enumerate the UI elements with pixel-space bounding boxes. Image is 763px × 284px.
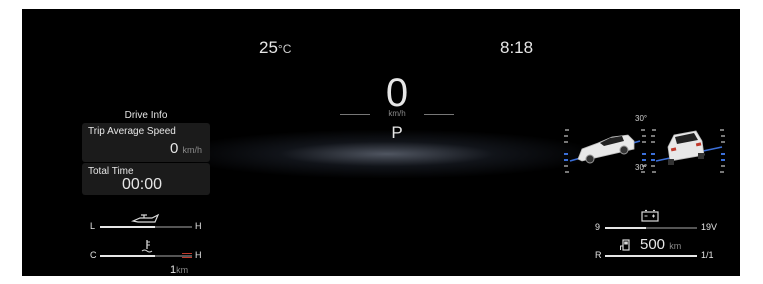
oil-gauge-track bbox=[100, 226, 192, 228]
fuel-range-value: 500 bbox=[640, 236, 666, 253]
oil-can-icon bbox=[130, 213, 160, 223]
gear-indicator: P bbox=[391, 123, 403, 142]
odometer-small: 1km bbox=[170, 265, 188, 276]
fuel-range: 500 km bbox=[640, 237, 681, 252]
temp-gauge-low-label: C bbox=[90, 250, 97, 260]
coolant-temperature-icon bbox=[141, 240, 153, 253]
trip-average-speed-panel: Trip Average Speed 0 km/h bbox=[82, 123, 210, 162]
drive-info-title: Drive Info bbox=[124, 110, 168, 121]
fuel-range-unit: km bbox=[669, 241, 682, 251]
oil-gauge-fill bbox=[100, 226, 156, 228]
speed-unit-rule-right bbox=[424, 114, 454, 115]
temp-gauge-fill bbox=[100, 255, 156, 257]
temp-gauge-hot-zone bbox=[182, 253, 192, 258]
clock: 8:18 bbox=[500, 38, 534, 57]
battery-gauge-high-label: 19V bbox=[701, 222, 718, 232]
battery-icon bbox=[641, 209, 659, 222]
temperature-value: 25 bbox=[259, 38, 278, 57]
trip-average-speed-unit: km/h bbox=[182, 145, 202, 155]
odometer-small-unit: km bbox=[176, 265, 189, 275]
temperature-unit: °C bbox=[277, 42, 292, 56]
trip-average-speed-readout: 0 km/h bbox=[170, 141, 202, 156]
trip-average-speed-value: 0 bbox=[169, 140, 179, 157]
temp-gauge-high-label: H bbox=[195, 250, 202, 260]
oil-gauge-high-label: H bbox=[195, 221, 202, 231]
fuel-gauge-high-label: 1/1 bbox=[701, 250, 714, 260]
temp-gauge-track bbox=[100, 253, 192, 258]
total-time-value: 00:00 bbox=[122, 176, 163, 193]
battery-gauge-track bbox=[605, 227, 697, 229]
instrument-cluster: 25°C 8:18 0 km/h P Drive Info Trip Avera… bbox=[22, 9, 740, 276]
fuel-pump-icon bbox=[620, 239, 630, 251]
speed-value: 0 bbox=[385, 71, 409, 115]
outside-temperature: 25°C bbox=[259, 39, 291, 56]
trip-average-speed-label: Trip Average Speed bbox=[88, 126, 176, 137]
speed-unit-rule-left bbox=[340, 114, 370, 115]
inclinometer bbox=[564, 129, 725, 173]
oil-gauge-low-label: L bbox=[90, 221, 96, 231]
fuel-gauge-low-label: R bbox=[595, 250, 602, 260]
battery-gauge-low-label: 9 bbox=[595, 222, 601, 232]
speed-unit: km/h bbox=[388, 109, 406, 118]
battery-gauge-fill bbox=[605, 227, 647, 229]
pitch-angle-label: 30° bbox=[635, 114, 648, 123]
vehicle-rear-view-icon bbox=[655, 130, 723, 165]
fuel-gauge-track bbox=[605, 255, 697, 257]
total-time-panel: Total Time 00:00 bbox=[82, 163, 210, 195]
vehicle-side-view-icon bbox=[569, 134, 641, 164]
fuel-gauge-fill bbox=[605, 255, 697, 257]
roll-angle-label: 30° bbox=[635, 163, 648, 172]
